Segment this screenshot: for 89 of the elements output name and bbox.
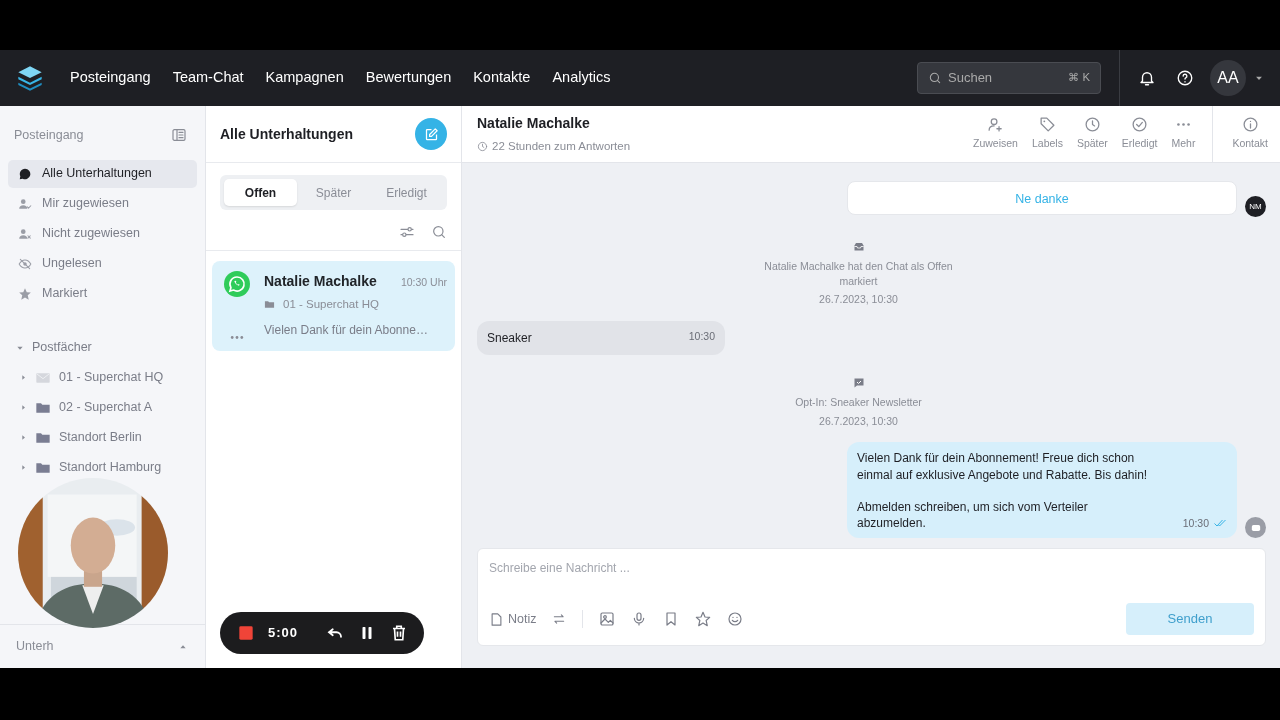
search-field[interactable]: Suchen ⌘ K <box>917 62 1101 94</box>
list-title: Alle Unterhaltungen <box>220 124 353 144</box>
recording-time: 5:00 <box>268 624 299 643</box>
panel-toggle-icon[interactable] <box>171 127 187 144</box>
inbox-icon <box>852 241 865 253</box>
nav-link[interactable]: Team-Chat <box>172 67 244 89</box>
search-icon[interactable] <box>431 224 447 240</box>
filter-tab[interactable]: Erledigt <box>370 179 443 206</box>
sidebar-item[interactable]: Ungelesen <box>8 249 197 278</box>
conversation-item[interactable]: Natalie Machalke 10:30 Uhr 01 - Superchat HQ Vielen Dank für dein Abonne… <box>212 261 455 352</box>
filter-tab[interactable]: Später <box>297 179 370 206</box>
user-x-icon <box>18 226 32 241</box>
note-button[interactable]: Notiz <box>489 609 537 629</box>
whatsapp-icon <box>224 271 250 297</box>
notification-bell-icon[interactable] <box>1138 69 1156 87</box>
sidebar-item[interactable]: Nicht zugewiesen <box>8 219 197 248</box>
message-time: 10:30 <box>1182 516 1209 531</box>
event-time: 26.7.2023, 10:30 <box>819 413 898 429</box>
footer-label: Unterh <box>16 638 54 656</box>
caret-right-icon <box>20 404 27 412</box>
nav-link[interactable]: Kampagnen <box>265 67 344 89</box>
toolbar-button[interactable]: Labels <box>1024 116 1070 152</box>
filter-icon[interactable] <box>399 224 415 240</box>
stop-button[interactable] <box>238 625 254 641</box>
response-time: 22 Stunden zum Antworten <box>492 138 631 154</box>
shortcut-hint: ⌘ K <box>1068 70 1090 86</box>
filter-tab[interactable]: Offen <box>224 179 297 206</box>
info-icon <box>1241 116 1259 134</box>
more-dots-icon[interactable] <box>230 336 244 340</box>
user-avatar[interactable]: AA <box>1210 60 1246 96</box>
section-toggle[interactable]: Postfächer <box>0 332 205 363</box>
caret-right-icon <box>20 374 27 382</box>
star-icon[interactable] <box>695 611 712 627</box>
search-icon <box>928 71 942 85</box>
event-text: Opt-In: Sneaker Newsletter <box>795 395 922 410</box>
mailbox-item[interactable]: Standort Hamburg <box>0 452 205 483</box>
user-check-icon <box>18 196 32 211</box>
compose-button[interactable] <box>415 118 447 150</box>
mailbox-item[interactable]: 02 - Superchat A <box>0 392 205 423</box>
message-time: 10:30 <box>688 329 715 345</box>
chat-check-icon <box>852 377 865 390</box>
contact-name: Natalie Machalke <box>264 272 377 291</box>
user-plus-icon <box>986 116 1004 134</box>
chat-bubble-icon <box>18 166 32 181</box>
folder-icon <box>264 299 275 311</box>
toolbar-button[interactable]: Zuweisen <box>966 116 1025 152</box>
message-preview: Vielen Dank für dein Abonne… <box>264 322 429 340</box>
check-circle-icon <box>1131 116 1149 134</box>
clock-icon <box>1083 116 1101 134</box>
swap-icon[interactable] <box>552 612 567 626</box>
nav-link[interactable]: Bewertungen <box>365 67 452 89</box>
event-time: 26.7.2023, 10:30 <box>819 292 898 308</box>
help-icon[interactable] <box>1176 69 1194 87</box>
tag-icon <box>1038 116 1056 134</box>
caret-right-icon <box>20 434 27 442</box>
logo-icon <box>16 64 44 92</box>
mailbox-item[interactable]: Standort Berlin <box>0 422 205 453</box>
clock-icon <box>477 141 488 152</box>
sidebar-item[interactable]: Markiert <box>8 279 197 308</box>
contact-name: Natalie Machalke <box>477 113 591 133</box>
toolbar-button[interactable]: Erledigt <box>1114 116 1165 152</box>
message-text: Vielen Dank für dein Abonnement! Freue dich schon einmal auf exklusive Angebote und Rabatte. Bis dahin! <box>857 450 1149 483</box>
message-text: Abmelden schreiben, um sich vom Verteiler abzumelden. <box>857 498 1089 532</box>
toolbar-button[interactable]: Später <box>1069 116 1115 152</box>
mailbox-item[interactable]: 01 - Superchat HQ <box>0 362 205 393</box>
sidebar-item[interactable]: Mir zugewiesen <box>8 189 197 218</box>
star-icon <box>18 286 32 301</box>
edit-icon <box>423 126 439 142</box>
nav-link[interactable]: Analytics <box>552 67 611 89</box>
sidebar-item[interactable]: Alle Unterhaltungen <box>8 159 197 188</box>
more-dots-icon <box>1176 123 1190 127</box>
inbox-label: 01 - Superchat HQ <box>283 297 379 312</box>
toolbar-button[interactable]: Mehr <box>1164 116 1203 152</box>
event-text: Natalie Machalke hat den Chat als Offen markiert <box>763 259 954 289</box>
nav-link[interactable]: Kontakte <box>473 67 531 89</box>
eye-slash-icon <box>18 256 32 271</box>
chat-icon <box>1250 522 1261 533</box>
image-icon[interactable] <box>599 611 616 627</box>
contact-button[interactable]: Kontakt <box>1212 105 1280 163</box>
message-time: 10:30 Uhr <box>400 275 447 290</box>
nav-link[interactable]: Posteingang <box>70 67 151 89</box>
quick-reply-button[interactable]: Ne danke <box>847 181 1237 215</box>
message-text: Sneaker <box>487 330 532 348</box>
contact-avatar: NM <box>1245 196 1266 217</box>
sidebar-title: Posteingang <box>14 127 84 144</box>
document-icon <box>489 611 504 627</box>
caret-right-icon <box>20 464 27 472</box>
emoji-icon[interactable] <box>727 611 744 627</box>
stop-icon <box>238 625 254 641</box>
